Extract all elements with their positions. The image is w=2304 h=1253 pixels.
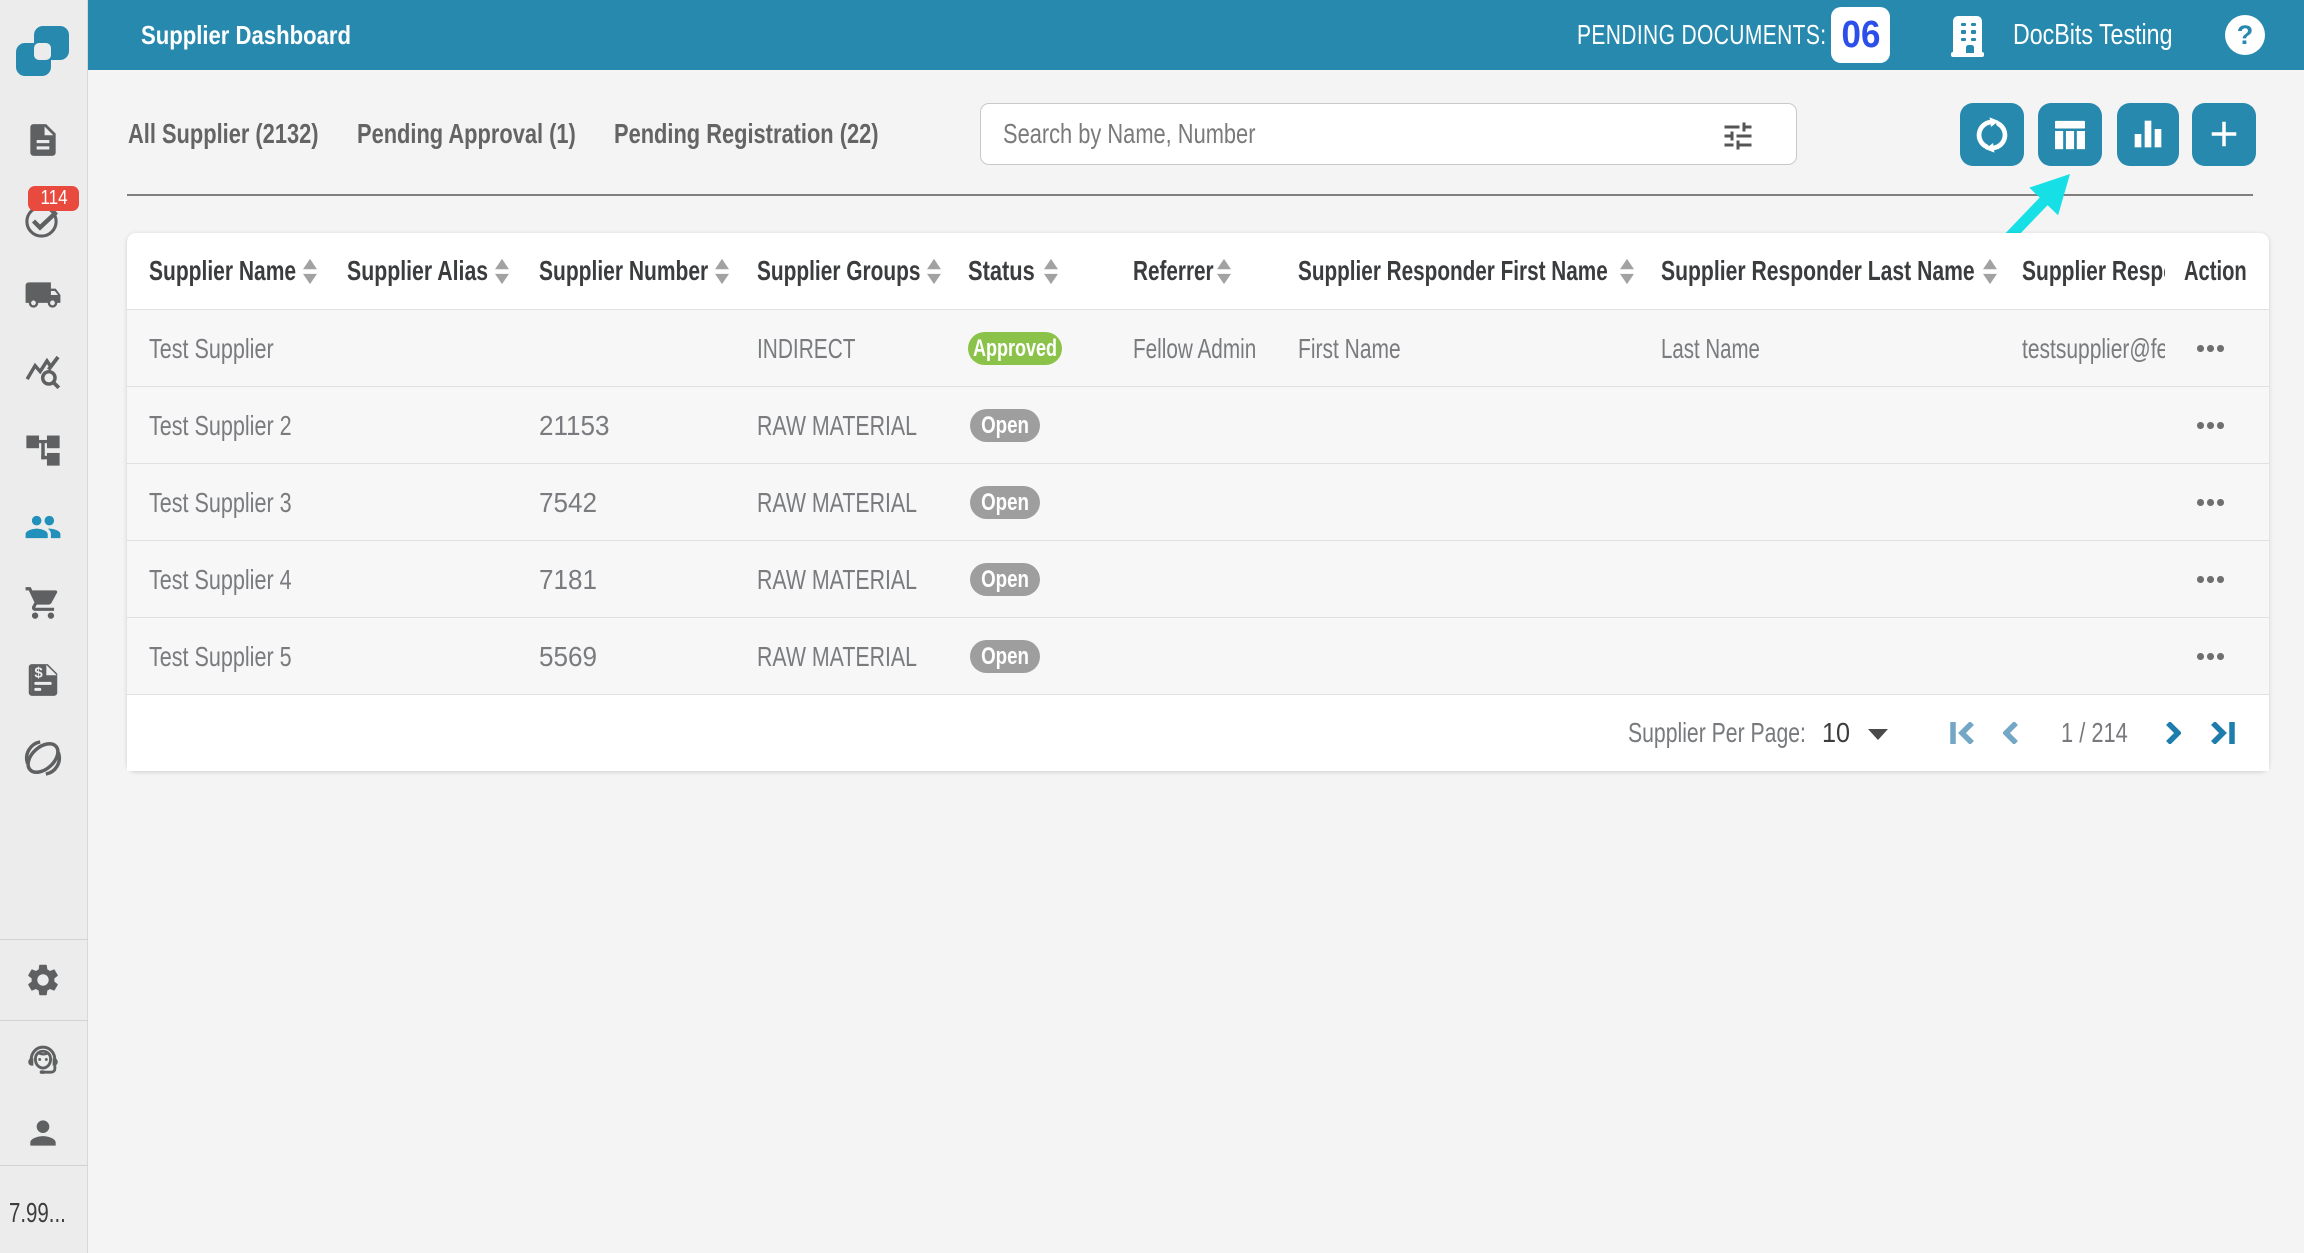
svg-text:$: $ bbox=[34, 664, 43, 681]
